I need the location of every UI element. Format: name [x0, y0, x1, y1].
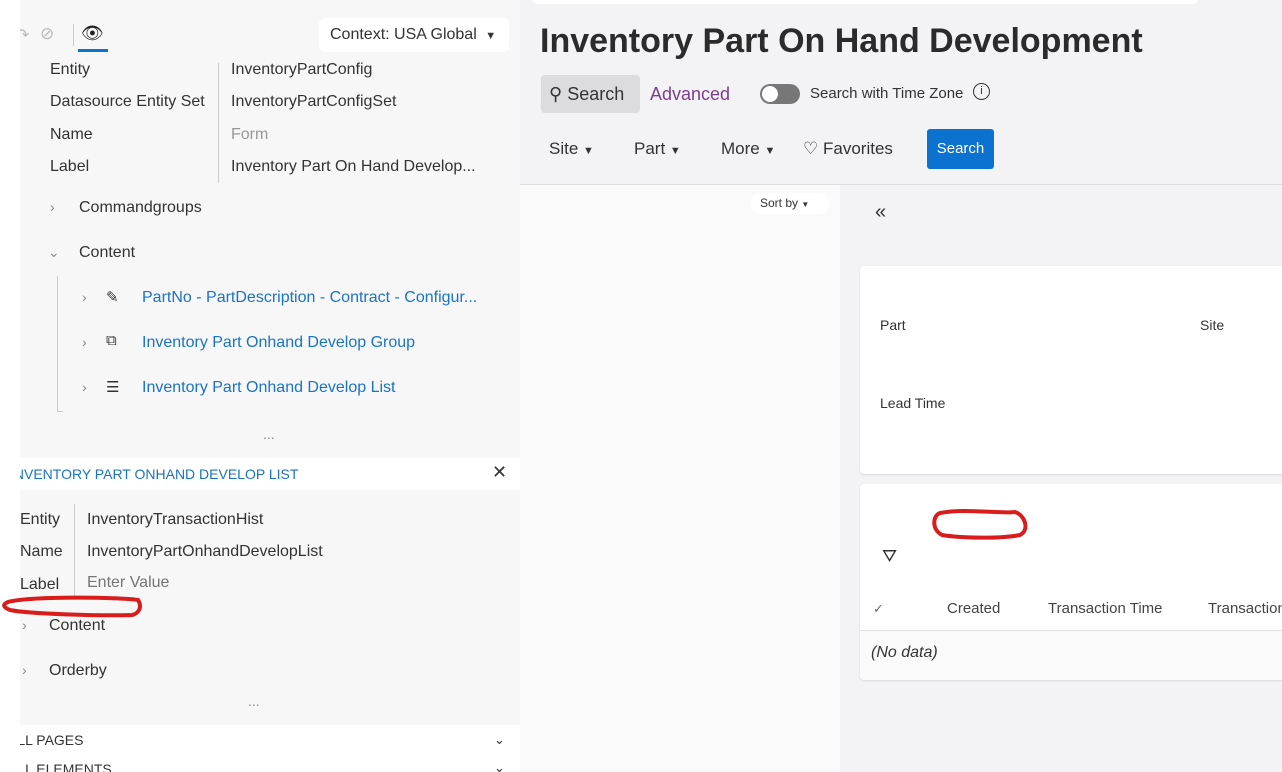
tree-item-label[interactable]: PartNo - PartDescription - Contract - Co… [142, 289, 477, 307]
prop-value[interactable]: InventoryTransactionHist [87, 511, 263, 529]
filter-icon[interactable]: ⛛ [882, 546, 897, 567]
field-label: Part [880, 317, 906, 333]
column-header[interactable]: Created [947, 600, 1000, 617]
filter-more[interactable]: More ▼ [721, 139, 775, 159]
sort-by-dropdown[interactable]: Sort by ▼ [751, 193, 829, 214]
publish-icon[interactable]: ↷ [20, 25, 29, 45]
prop-label: Label [50, 158, 90, 175]
filter-site[interactable]: Site ▼ [549, 139, 594, 159]
search-icon: ⚲ [549, 84, 563, 104]
no-data-text: (No data) [871, 644, 938, 661]
tree-item-label[interactable]: Inventory Part Onhand Develop Group [142, 334, 415, 352]
caret-down-icon: ▼ [669, 145, 681, 157]
filter-part[interactable]: Part ▼ [634, 139, 681, 159]
timezone-label: Search with Time Zone [810, 85, 964, 102]
search-tab[interactable]: ⚲ Search [541, 75, 640, 113]
chevron-down-icon[interactable]: ⌄ [494, 760, 505, 772]
section-orderby[interactable]: Orderby [49, 662, 107, 680]
page-title: Inventory Part On Hand Development [540, 22, 1143, 60]
tree-item-label[interactable]: Inventory Part Onhand Develop List [142, 379, 395, 397]
chevron-right-icon[interactable]: › [22, 662, 27, 678]
eye-icon[interactable]: 👁 [81, 23, 104, 44]
detail-card: Part Site Lead Time [860, 266, 1282, 474]
more-handle[interactable]: ... [263, 426, 275, 442]
prop-value[interactable]: InventoryPartConfigSet [231, 93, 396, 111]
prop-value[interactable]: Inventory Part On Hand Develop... [231, 158, 476, 176]
heart-icon: ♡ [803, 139, 819, 158]
collapse-icon[interactable]: « [875, 201, 886, 224]
caret-down-icon: ▼ [583, 145, 594, 157]
group-icon: ⧉ [106, 332, 117, 349]
column-header[interactable]: Transaction Time [1048, 600, 1163, 617]
search-tab-label: Search [567, 84, 625, 104]
chevron-right-icon[interactable]: › [82, 289, 87, 305]
chevron-right-icon[interactable]: › [82, 379, 87, 395]
close-icon[interactable]: ✕ [492, 462, 507, 483]
prop-value[interactable]: Form [231, 126, 268, 144]
results-list [520, 185, 840, 772]
field-label: Site [1200, 317, 1225, 333]
chevron-down-icon[interactable]: ⌄ [48, 244, 60, 261]
column-header[interactable]: Transaction [1208, 600, 1282, 617]
prop-label: Name [20, 543, 63, 560]
tree-commandgroups[interactable]: Commandgroups [79, 199, 202, 217]
context-label: Context: USA Global [330, 26, 477, 43]
search-button[interactable]: Search [927, 129, 994, 169]
chevron-down-icon[interactable]: ⌄ [494, 732, 505, 748]
active-tab-indicator [78, 49, 108, 52]
prop-label: Entity [50, 61, 91, 78]
list-icon: ☰ [106, 379, 120, 396]
prop-label: Entity [20, 511, 61, 528]
hide-icon[interactable]: ⊘ [40, 24, 54, 44]
advanced-tab[interactable]: Advanced [650, 84, 730, 105]
caret-down-icon: ▼ [801, 200, 810, 209]
info-icon[interactable]: i [973, 83, 990, 100]
context-dropdown[interactable]: Context: USA Global ▼ [319, 18, 509, 52]
caret-down-icon: ▼ [485, 30, 497, 42]
label-input[interactable] [87, 574, 287, 592]
chevron-right-icon[interactable]: › [82, 334, 87, 350]
chevron-right-icon[interactable]: › [50, 199, 55, 215]
all-pages-header[interactable]: ALL PAGES [20, 732, 83, 748]
select-all-checkbox[interactable]: ✓ [873, 601, 884, 617]
top-bar [532, 0, 1198, 4]
favorites-button[interactable]: ♡ Favorites [803, 139, 893, 159]
section-content[interactable]: Content [49, 617, 105, 635]
prop-label: Name [50, 126, 93, 143]
field-label: Lead Time [880, 395, 946, 411]
form-icon: ✎ [106, 289, 119, 306]
tree-content[interactable]: Content [79, 244, 135, 262]
timezone-toggle[interactable] [760, 84, 800, 104]
prop-value[interactable]: InventoryPartConfig [231, 61, 372, 79]
all-elements-header[interactable]: ALL ELEMENTS [20, 761, 112, 772]
chevron-right-icon[interactable]: › [22, 617, 27, 633]
divider [73, 24, 74, 46]
more-handle[interactable]: ... [248, 693, 260, 709]
designer-panel: ↷ ⊘ 👁 Context: USA Global ▼ Entity Inven… [20, 0, 520, 772]
section-title: INVENTORY PART ONHAND DEVELOP LIST [20, 466, 299, 482]
list-card: ⛛ ✓ Created Transaction Time Transaction… [860, 484, 1282, 680]
prop-value[interactable]: InventoryPartOnhandDevelopList [87, 543, 323, 561]
prop-label: Label [20, 576, 60, 593]
page-preview: Inventory Part On Hand Development ⚲ Sea… [520, 0, 1282, 772]
caret-down-icon: ▼ [764, 145, 776, 157]
prop-label: Datasource Entity Set [50, 93, 205, 110]
